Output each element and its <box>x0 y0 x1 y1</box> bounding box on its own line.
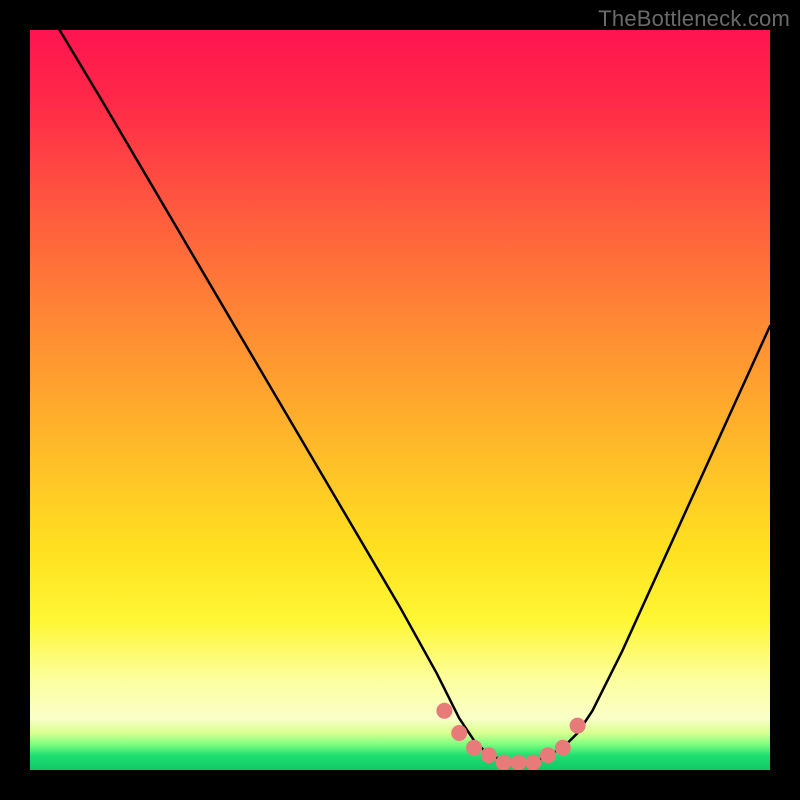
marker-dot <box>451 725 467 741</box>
marker-dot <box>555 740 571 756</box>
marker-dot <box>466 740 482 756</box>
highlight-markers <box>436 703 585 770</box>
marker-dot <box>436 703 452 719</box>
marker-dot <box>525 755 541 770</box>
watermark-label: TheBottleneck.com <box>598 6 790 32</box>
chart-frame: TheBottleneck.com <box>0 0 800 800</box>
marker-dot <box>510 755 526 770</box>
chart-svg <box>30 30 770 770</box>
marker-dot <box>540 747 556 763</box>
marker-dot <box>496 755 512 770</box>
plot-area <box>30 30 770 770</box>
bottleneck-curve <box>60 30 770 763</box>
marker-dot <box>570 718 586 734</box>
marker-dot <box>481 747 497 763</box>
